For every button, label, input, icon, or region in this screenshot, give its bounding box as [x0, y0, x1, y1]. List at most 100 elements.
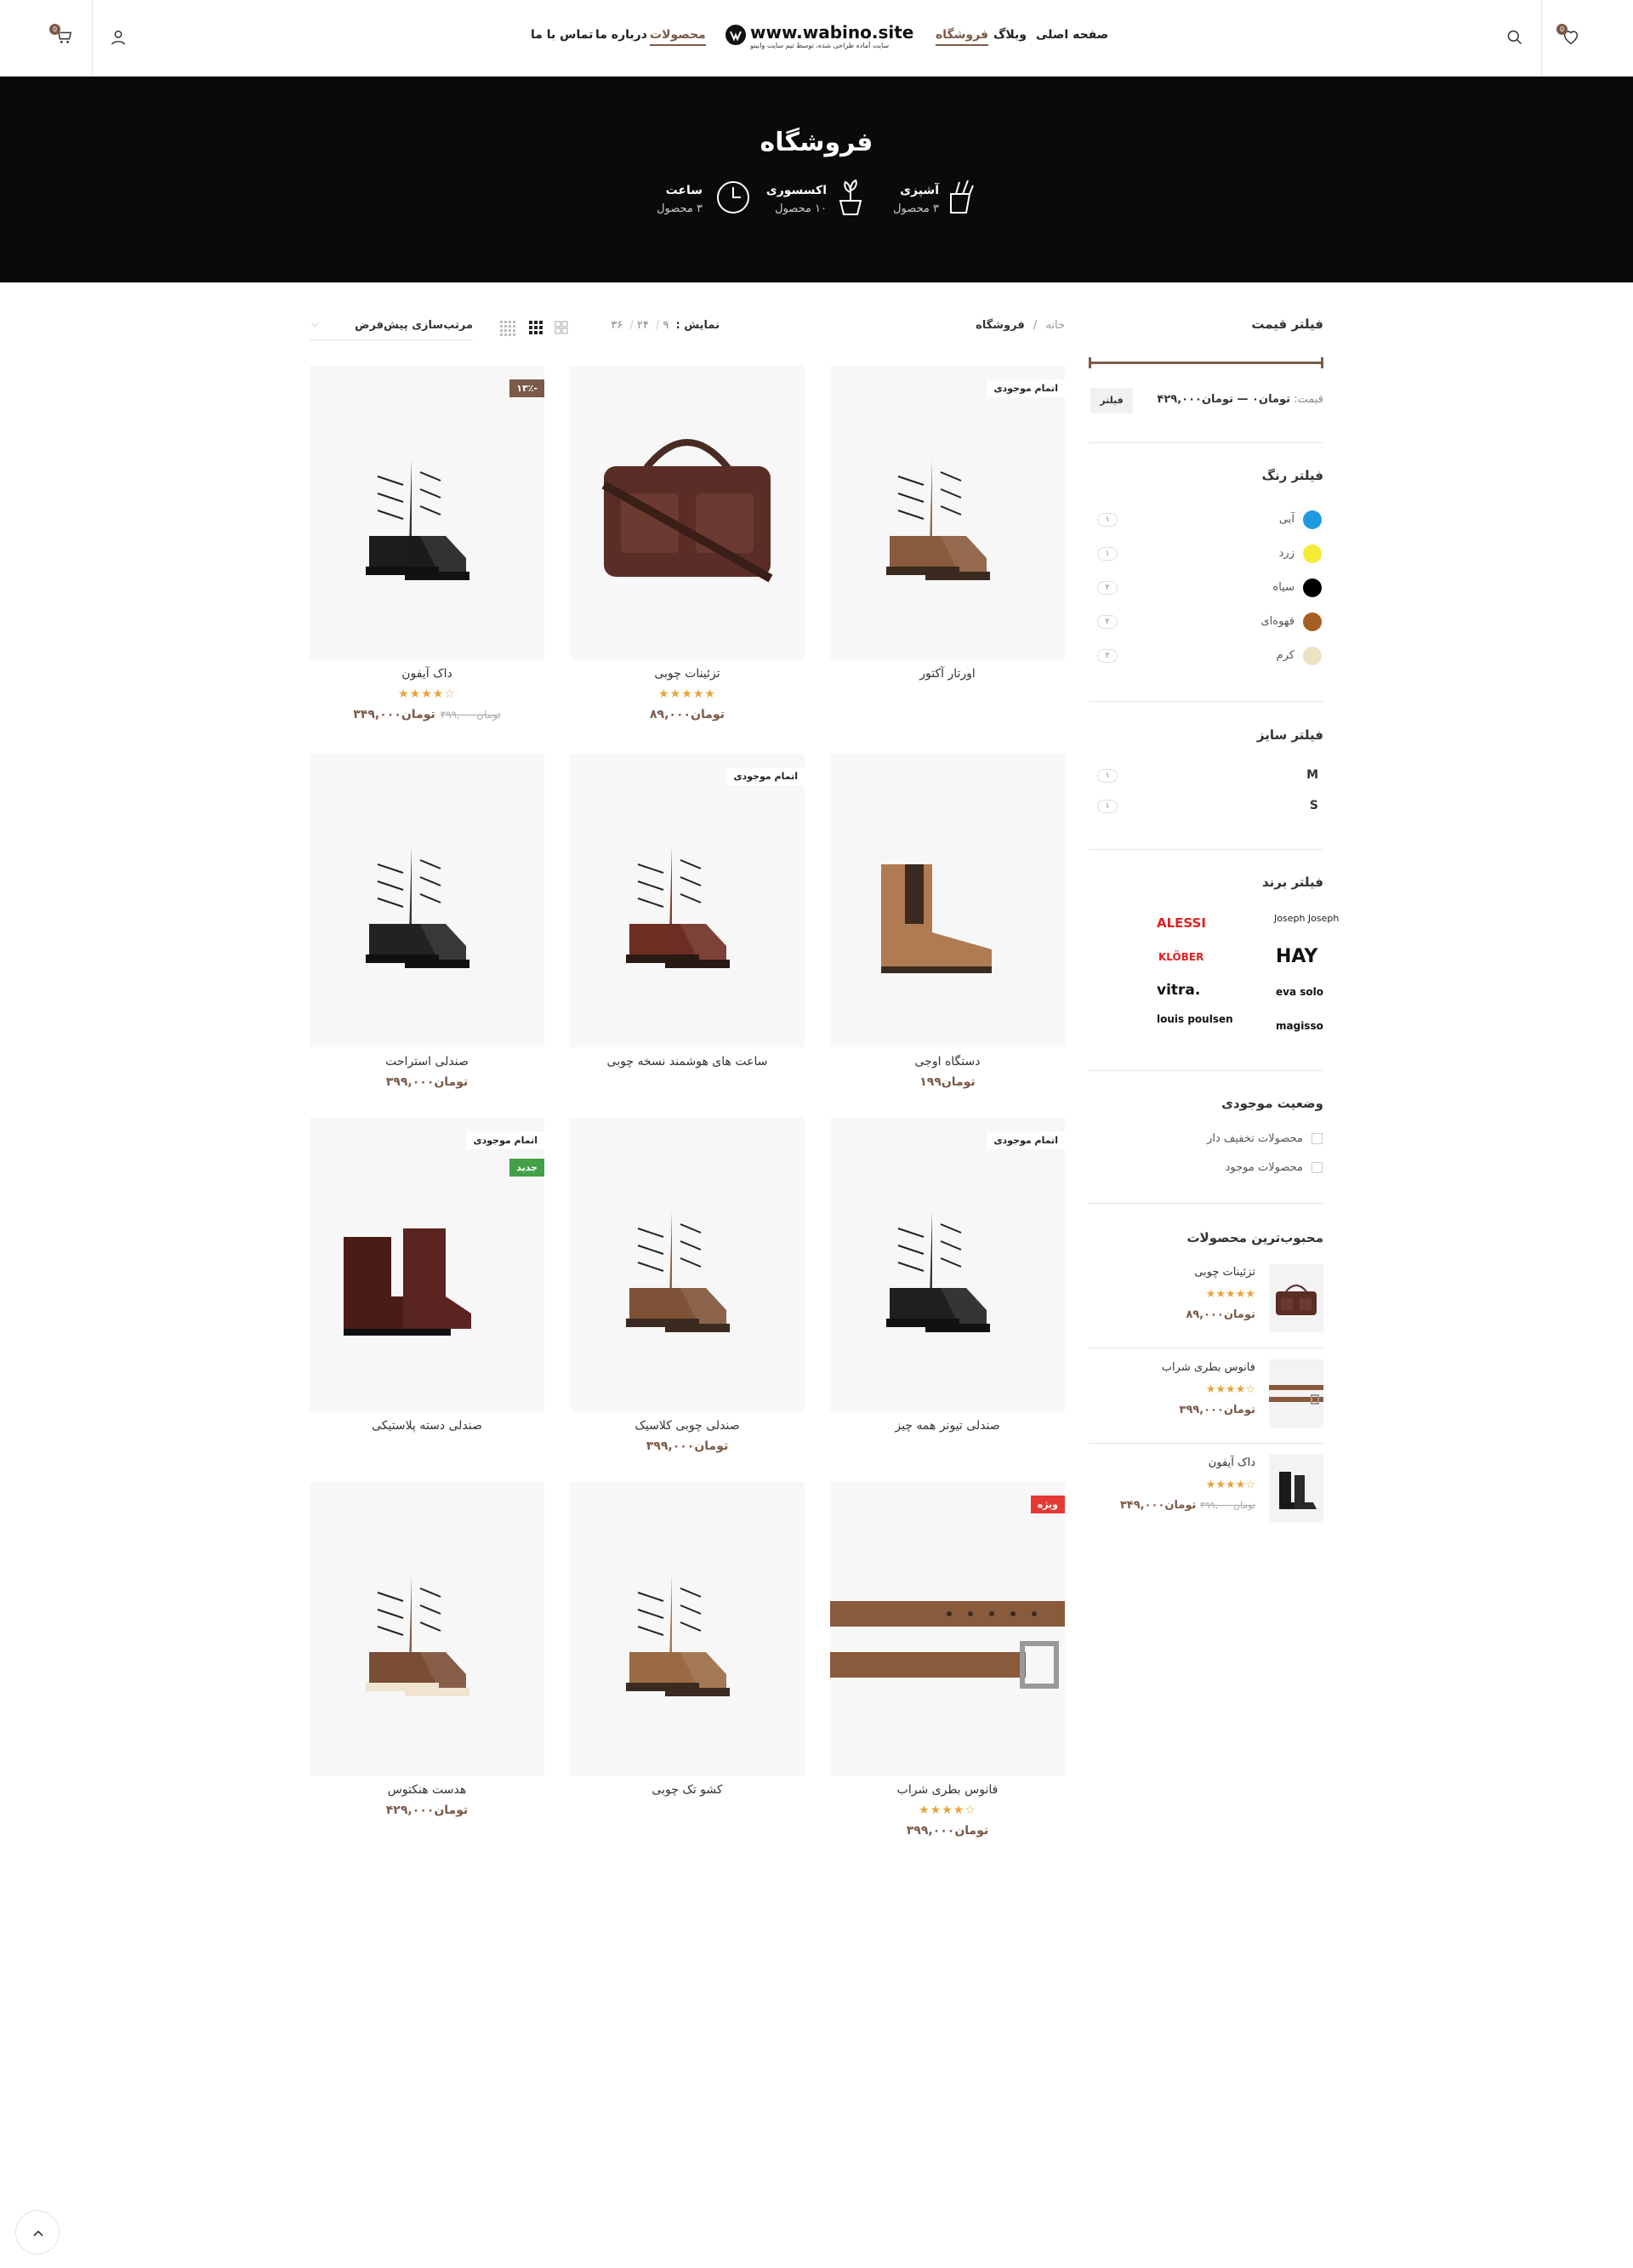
grid-view-4-icon[interactable] [500, 321, 515, 336]
product-image[interactable] [310, 366, 544, 659]
product-card[interactable]: صندلی استراحت تومان۳۹۹,۰۰۰ [310, 754, 544, 1120]
brand-hay[interactable]: HAY [1276, 946, 1317, 967]
nav-blog[interactable]: وبلاگ [993, 28, 1027, 42]
product-image[interactable] [830, 1482, 1065, 1775]
brand-louis-poulsen[interactable]: louis poulsen [1157, 1014, 1233, 1024]
product-badge: اتمام موجودی [726, 767, 805, 785]
stock-option-label: محصولات موجود [1225, 1161, 1303, 1174]
color-swatch [1303, 613, 1322, 631]
product-name[interactable]: صندلی تیونر همه چیز [830, 1419, 1065, 1433]
color-count: ۲ [1097, 581, 1118, 595]
product-name[interactable]: تزئینات چوبی [570, 667, 805, 681]
category-accessory[interactable]: اکسسوری ۱۰ محصول [765, 179, 868, 221]
brand-klober[interactable]: KLÖBER [1158, 951, 1203, 963]
popular-products-title: محبوب‌ترین محصولات [1186, 1230, 1323, 1245]
search-icon[interactable] [1506, 29, 1523, 46]
price-slider[interactable] [1089, 357, 1323, 368]
product-image[interactable] [830, 1118, 1065, 1411]
product-image[interactable] [830, 366, 1065, 659]
product-card[interactable]: تزئینات چوبی ★★★★★ تومان۸۹,۰۰۰ [570, 366, 805, 732]
popular-item[interactable]: فانوس بطری شراب ★★★★☆ تومان۳۹۹,۰۰۰ [1089, 1359, 1323, 1438]
color-label: قهوه‌ای [1260, 615, 1294, 628]
product-name[interactable]: دستگاه اوجی [830, 1055, 1065, 1068]
product-current-price: تومان۱۹۹ [919, 1075, 976, 1089]
popular-item-thumb [1269, 1359, 1323, 1427]
brand-vitra[interactable]: vitra. [1157, 982, 1200, 999]
nav-shop[interactable]: فروشگاه [936, 28, 989, 46]
color-swatch [1303, 578, 1322, 597]
brand-filter-title: فیلتر برند [1261, 875, 1323, 890]
per-page-9[interactable]: ۹ [663, 319, 669, 332]
color-count: ۲ [1097, 649, 1118, 663]
product-image[interactable] [310, 1482, 544, 1775]
brand-joseph-joseph[interactable]: Joseph Joseph [1274, 914, 1339, 923]
product-name[interactable]: هدست هنکتوس [310, 1783, 544, 1797]
per-page-24[interactable]: ۲۴ [637, 319, 649, 332]
product-image[interactable] [830, 754, 1065, 1047]
grid-view-3-icon[interactable] [529, 321, 543, 334]
product-image[interactable] [570, 1482, 805, 1775]
product-card[interactable]: کشو تک چوبی [570, 1482, 805, 1848]
product-image[interactable] [570, 1118, 805, 1411]
product-rating: ★★★★☆ [919, 1804, 976, 1817]
brand-magisso[interactable]: magisso [1276, 1020, 1323, 1032]
product-card[interactable]: ویژه فانوس بطری شراب ★★★★☆ تومان۳۹۹,۰۰۰ [830, 1482, 1065, 1848]
product-card[interactable]: هدست هنکتوس تومان۴۲۹,۰۰۰ [310, 1482, 544, 1848]
product-image[interactable] [570, 754, 805, 1047]
price-slider-handle-max[interactable] [1321, 357, 1323, 368]
product-name[interactable]: کشو تک چوبی [570, 1783, 805, 1797]
site-logo[interactable]: www.wabino.site سایت آماده طراحی شده، تو… [725, 22, 913, 56]
color-swatch [1303, 544, 1322, 563]
nav-contact[interactable]: تماس با ما [531, 28, 593, 42]
price-filter-button[interactable]: فیلتر [1090, 388, 1133, 413]
popular-item[interactable]: داک آیفون ★★★★☆ تومان۳۹۹,۰۰۰ تومان۳۴۹,۰۰… [1089, 1455, 1323, 1533]
grid-view-2-icon[interactable] [555, 321, 568, 334]
product-card[interactable]: اتمام موجودی صندلی تیونر همه چیز [830, 1118, 1065, 1484]
popular-item-thumb [1269, 1264, 1323, 1332]
popular-item[interactable]: تزئینات چوبی ★★★★★ تومان۸۹,۰۰۰ [1089, 1264, 1323, 1342]
product-name[interactable]: صندلی استراحت [310, 1055, 544, 1068]
size-label: M [1306, 768, 1318, 782]
per-page-36[interactable]: ۳۶ [611, 319, 623, 332]
product-image[interactable] [310, 754, 544, 1047]
brand-eva-solo[interactable]: eva solo [1276, 986, 1323, 998]
price-filter-title: فیلتر قیمت [1251, 316, 1323, 332]
page-hero: فروشگاه آشپزی ۳ محصول اکسسوری ۱۰ محصول س… [0, 77, 1633, 282]
plant-pot-icon [839, 179, 862, 215]
sort-select[interactable]: مرتب‌سازی پیش‌فرض ⌵ [310, 315, 473, 340]
checkbox[interactable] [1312, 1133, 1323, 1144]
product-card[interactable]: صندلی چوبی کلاسیک تومان۳۹۹,۰۰۰ [570, 1118, 805, 1484]
popular-item-name: فانوس بطری شراب [1161, 1361, 1255, 1374]
account-icon[interactable] [109, 28, 128, 47]
product-card[interactable]: اتمام موجودی ساعت های هوشمند نسخه چوبی [570, 754, 805, 1120]
nav-about[interactable]: درباره ما [595, 28, 647, 42]
scroll-to-top-button[interactable] [15, 2210, 60, 2254]
wishlist-icon[interactable]: 0 [1556, 24, 1580, 46]
nav-products[interactable]: محصولات [650, 28, 706, 46]
product-name[interactable]: فانوس بطری شراب [830, 1783, 1065, 1797]
product-card[interactable]: دستگاه اوجی تومان۱۹۹ [830, 754, 1065, 1120]
color-filter-title: فیلتر رنگ [1261, 468, 1323, 483]
cart-icon[interactable]: 0 [49, 24, 73, 46]
price-slider-handle-min[interactable] [1089, 357, 1091, 368]
color-swatch [1303, 647, 1322, 665]
product-card[interactable]: اتمام موجودی جدید صندلی دسته پلاستیکی [310, 1118, 544, 1484]
product-name[interactable]: اورتار آکتور [830, 667, 1065, 681]
product-name[interactable]: داک آیفون [310, 667, 544, 681]
brand-alessi[interactable]: ALESSI [1157, 915, 1206, 931]
product-card[interactable]: اتمام موجودی اورتار آکتور [830, 366, 1065, 732]
popular-item-price: تومان۳۹۹,۰۰۰ تومان۳۴۹,۰۰۰ [1119, 1499, 1255, 1512]
nav-home[interactable]: صفحه اصلی [1036, 28, 1108, 42]
product-name[interactable]: ساعت های هوشمند نسخه چوبی [570, 1055, 805, 1068]
breadcrumb-home[interactable]: خانه [1045, 319, 1065, 332]
product-name[interactable]: صندلی چوبی کلاسیک [570, 1419, 805, 1433]
product-current-price: تومان۳۹۹,۰۰۰ [385, 1075, 469, 1089]
category-watch[interactable]: ساعت ۳ محصول [651, 179, 750, 221]
checkbox[interactable] [1312, 1162, 1323, 1173]
product-image[interactable] [570, 366, 805, 659]
category-name: ساعت [665, 184, 703, 197]
category-kitchen[interactable]: آشپزی ۳ محصول [885, 179, 978, 221]
product-name[interactable]: صندلی دسته پلاستیکی [310, 1419, 544, 1433]
product-price: تومان۳۹۹,۰۰۰ [310, 1075, 544, 1089]
product-card[interactable]: -۱۳٪ داک آیفون ★★★★☆ تومان۳۹۹,۰۰۰ تومان۳۴۹,۰… [310, 366, 544, 732]
